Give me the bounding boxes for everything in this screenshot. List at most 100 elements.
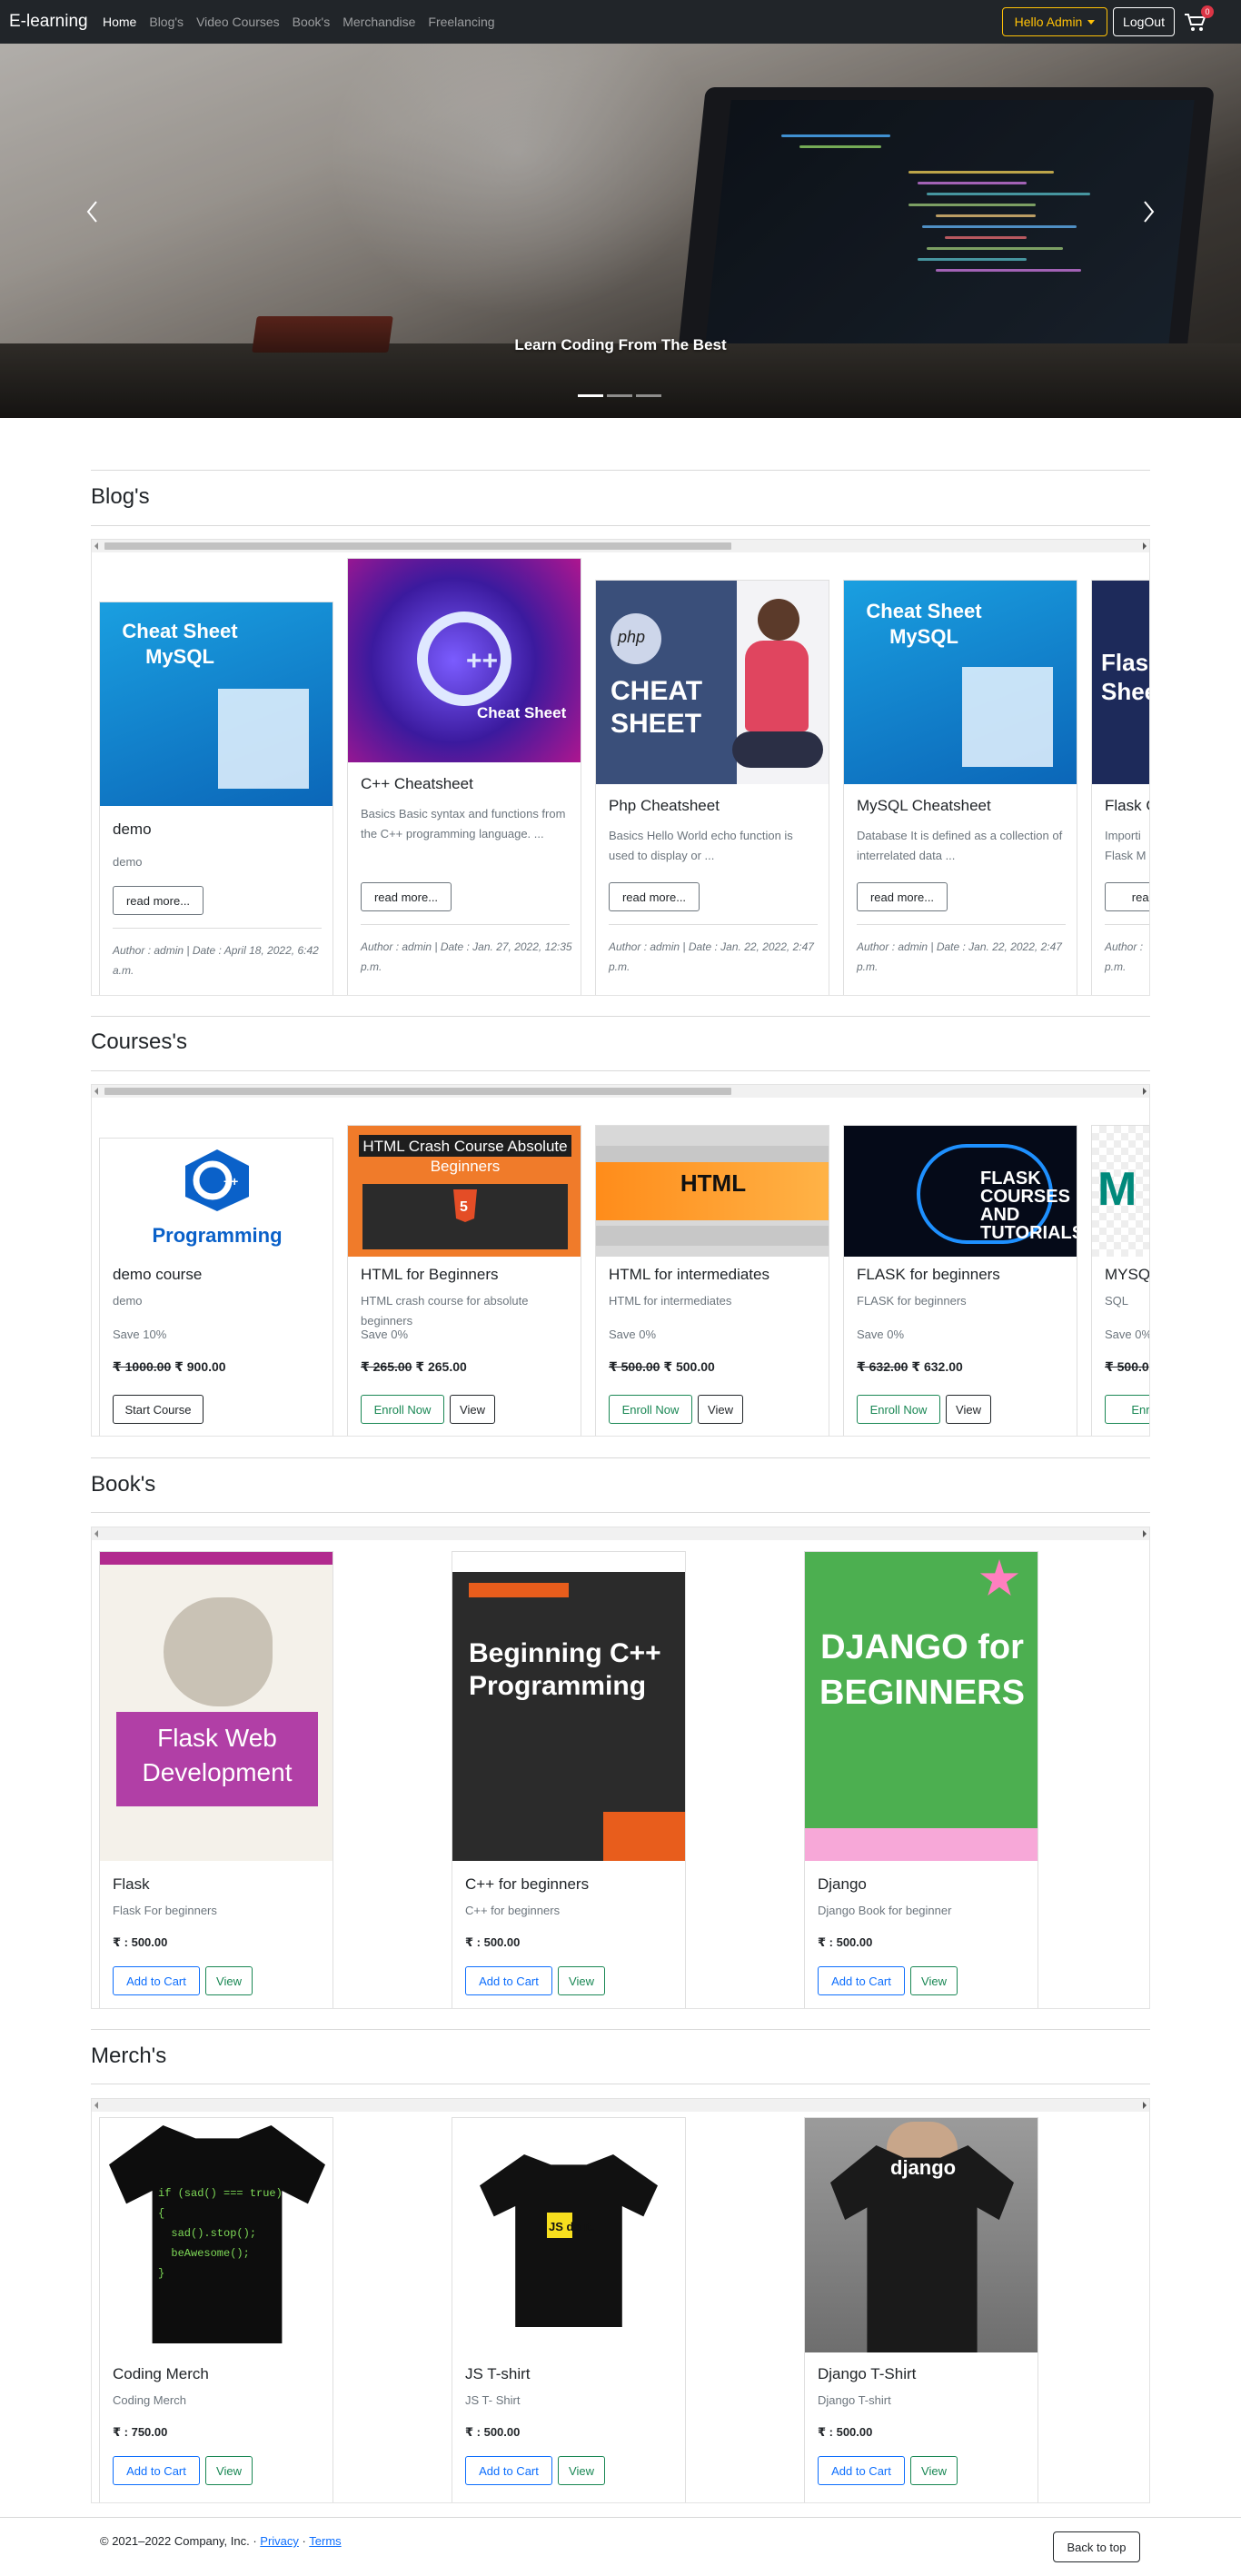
carousel-indicators <box>578 394 661 397</box>
add-to-cart-button[interactable]: Add to Cart <box>465 2456 552 2485</box>
scroll-left-icon[interactable] <box>94 2102 98 2109</box>
illustration-body <box>745 641 809 731</box>
scrollbar-thumb[interactable] <box>104 542 731 550</box>
merch-scroll-container[interactable]: if (sad() === true) { sad().stop(); beAw… <box>91 2098 1150 2503</box>
view-course-button[interactable]: View <box>450 1395 495 1424</box>
book-card: DJANGO for BEGINNERS Django Django Book … <box>804 1551 1038 2008</box>
start-course-button[interactable]: Start Course <box>113 1395 204 1424</box>
horizontal-scrollbar[interactable] <box>92 540 1149 552</box>
view-book-button[interactable]: View <box>205 1966 253 1995</box>
scrollbar-thumb[interactable] <box>104 1088 731 1095</box>
book-price: ₹ : 500.00 <box>818 1935 873 1949</box>
scroll-right-icon[interactable] <box>1143 542 1147 550</box>
read-more-button[interactable]: read more... <box>857 882 948 911</box>
course-card: M MYSQ SQL Save 0% ₹ 500.0 Enroll <box>1091 1125 1149 1436</box>
scroll-left-icon[interactable] <box>94 1088 98 1095</box>
course-card-image: ++ Programming <box>100 1139 333 1257</box>
blog-card-title[interactable]: Flask C <box>1105 797 1149 815</box>
book-card-image: DJANGO for BEGINNERS <box>805 1552 1037 1861</box>
scroll-right-icon[interactable] <box>1143 1530 1147 1537</box>
blog-card-image: Cheat Sheet MySQL <box>100 602 333 806</box>
terms-link[interactable]: Terms <box>309 2534 341 2548</box>
brand-logo[interactable]: E-learning <box>9 12 88 32</box>
read-more-button[interactable]: read more... <box>361 882 452 911</box>
courses-scroll-container[interactable]: ++ Programming demo course demo Save 10%… <box>91 1084 1150 1437</box>
nav-link-blogs[interactable]: Blog's <box>149 15 184 29</box>
enroll-now-button[interactable]: Enroll Now <box>609 1395 692 1424</box>
divider <box>91 470 1150 471</box>
scroll-right-icon[interactable] <box>1143 2102 1147 2109</box>
course-card-title[interactable]: MYSQ <box>1105 1266 1149 1284</box>
course-card-title[interactable]: HTML for Beginners <box>361 1266 498 1284</box>
view-merch-button[interactable]: View <box>205 2456 253 2485</box>
back-to-top-button[interactable]: Back to top <box>1053 2531 1140 2562</box>
view-course-button[interactable]: View <box>946 1395 991 1424</box>
scroll-left-icon[interactable] <box>94 1530 98 1537</box>
course-card-title[interactable]: HTML for intermediates <box>609 1266 769 1284</box>
add-to-cart-button[interactable]: Add to Cart <box>113 1966 200 1995</box>
carousel-prev-icon[interactable] <box>84 198 102 225</box>
blogs-scroll-container[interactable]: Cheat Sheet MySQL demo demo read more...… <box>91 539 1150 996</box>
blog-image-text: Cheat Sheet MySQL <box>866 600 982 648</box>
read-more-button[interactable]: read more... <box>113 886 204 915</box>
blog-card-text: Basics Basic syntax and functions from t… <box>361 807 566 840</box>
add-to-cart-button[interactable]: Add to Cart <box>113 2456 200 2485</box>
divider <box>91 1512 1150 1513</box>
blog-card-title[interactable]: MySQL Cheatsheet <box>857 797 991 815</box>
course-card-text: demo <box>113 1294 143 1308</box>
enroll-now-button[interactable]: Enroll <box>1105 1395 1149 1424</box>
blog-card: php CHEAT SHEET Php Cheatsheet Basics He… <box>595 580 829 995</box>
user-menu-label: Hello Admin <box>1014 15 1083 29</box>
carousel-indicator-2[interactable] <box>607 394 632 397</box>
course-old-price: ₹ 1000.00 <box>113 1359 172 1374</box>
nav-link-merchandise[interactable]: Merchandise <box>343 15 415 29</box>
view-book-button[interactable]: View <box>558 1966 605 1995</box>
enroll-now-button[interactable]: Enroll Now <box>361 1395 444 1424</box>
course-discount: Save 0% <box>609 1328 657 1341</box>
carousel-indicator-1[interactable] <box>578 394 603 397</box>
horizontal-scrollbar[interactable] <box>92 1527 1149 1540</box>
course-card-title[interactable]: FLASK for beginners <box>857 1266 1000 1284</box>
carousel-indicator-3[interactable] <box>636 394 661 397</box>
merch-card: JS do it. JS T-shirt JS T- Shirt ₹ : 500… <box>452 2117 686 2502</box>
merch-card-title[interactable]: Django T-Shirt <box>818 2365 916 2383</box>
view-book-button[interactable]: View <box>910 1966 958 1995</box>
merch-card-title[interactable]: JS T-shirt <box>465 2365 530 2383</box>
add-to-cart-button[interactable]: Add to Cart <box>465 1966 552 1995</box>
read-more-button[interactable]: read m <box>1105 882 1149 911</box>
view-course-button[interactable]: View <box>698 1395 743 1424</box>
nav-link-freelancing[interactable]: Freelancing <box>428 15 494 29</box>
nav-link-books[interactable]: Book's <box>293 15 331 29</box>
view-merch-button[interactable]: View <box>558 2456 605 2485</box>
blog-card-title[interactable]: C++ Cheatsheet <box>361 775 473 793</box>
scroll-right-icon[interactable] <box>1143 1088 1147 1095</box>
book-card-title[interactable]: C++ for beginners <box>465 1875 589 1894</box>
html5-logo-icon: 5 <box>453 1189 477 1222</box>
read-more-button[interactable]: read more... <box>609 882 700 911</box>
merch-card-title[interactable]: Coding Merch <box>113 2365 209 2383</box>
enroll-now-button[interactable]: Enroll Now <box>857 1395 940 1424</box>
course-image-text: HTML <box>680 1169 747 1197</box>
navbar: E-learning Home Blog's Video Courses Boo… <box>0 0 1241 44</box>
book-card-text: Flask For beginners <box>113 1904 217 1917</box>
add-to-cart-button[interactable]: Add to Cart <box>818 2456 905 2485</box>
books-scroll-container[interactable]: Flask Web Development Flask Flask For be… <box>91 1527 1150 2009</box>
book-card-title[interactable]: Flask <box>113 1875 150 1894</box>
horizontal-scrollbar[interactable] <box>92 2099 1149 2112</box>
blog-card-title[interactable]: demo <box>113 821 152 839</box>
logout-button[interactable]: LogOut <box>1113 7 1175 36</box>
course-card-title[interactable]: demo course <box>113 1266 202 1284</box>
add-to-cart-button[interactable]: Add to Cart <box>818 1966 905 1995</box>
user-menu-dropdown[interactable]: Hello Admin <box>1002 7 1107 36</box>
nav-link-video-courses[interactable]: Video Courses <box>196 15 280 29</box>
scroll-left-icon[interactable] <box>94 542 98 550</box>
horizontal-scrollbar[interactable] <box>92 1085 1149 1098</box>
carousel-next-icon[interactable] <box>1139 198 1157 225</box>
nav-link-home[interactable]: Home <box>103 15 136 29</box>
privacy-link[interactable]: Privacy <box>260 2534 299 2548</box>
book-image-text: DJANGO for BEGINNERS <box>819 1628 1025 1712</box>
book-card-title[interactable]: Django <box>818 1875 867 1894</box>
blog-image-doc <box>962 667 1053 767</box>
blog-card-title[interactable]: Php Cheatsheet <box>609 797 720 815</box>
view-merch-button[interactable]: View <box>910 2456 958 2485</box>
